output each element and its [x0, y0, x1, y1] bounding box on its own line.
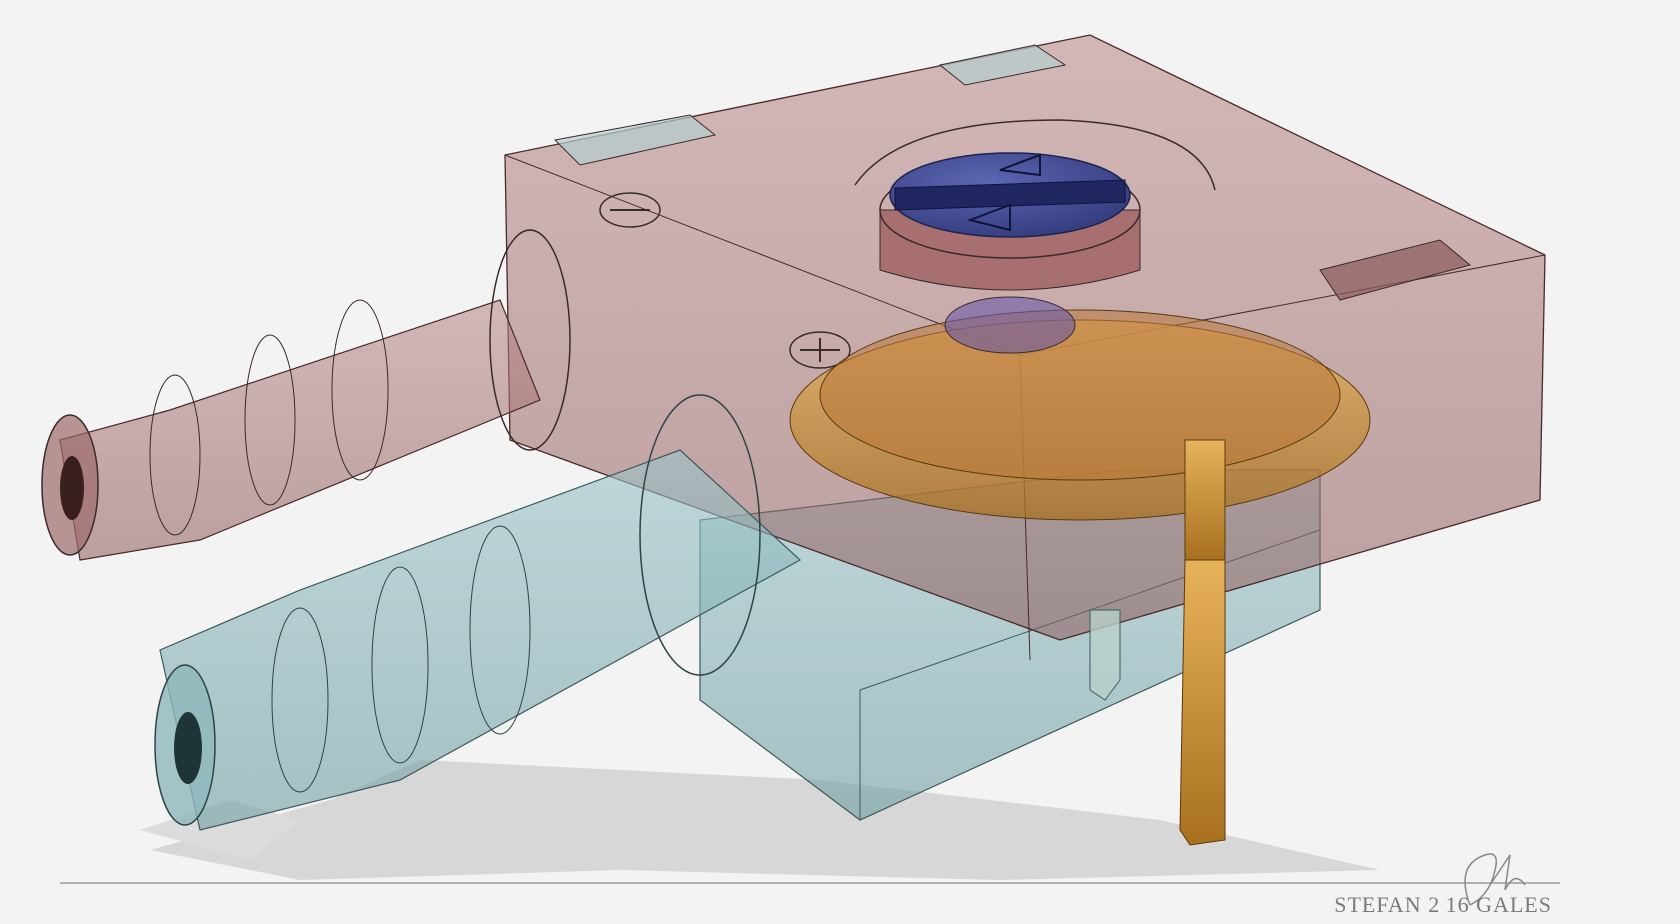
signature-text: STEFAN 2 16 GALES: [1334, 892, 1552, 917]
signature-block: STEFAN 2 16 GALES: [1334, 892, 1552, 918]
render-canvas: STEFAN 2 16 GALES: [0, 0, 1680, 924]
valve-render: [41, 34, 1560, 906]
upper-hose-barb: [41, 229, 571, 561]
